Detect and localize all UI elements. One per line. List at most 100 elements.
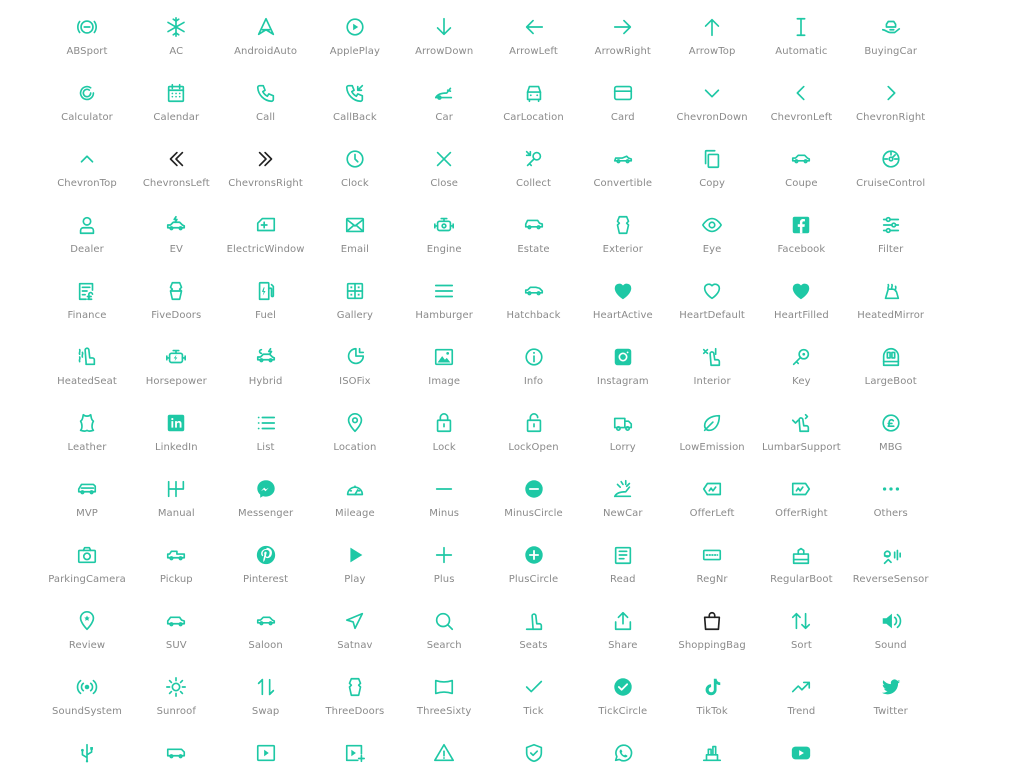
- phone-icon: [255, 82, 277, 104]
- android-auto-icon: [255, 16, 277, 38]
- filter-icon: [880, 214, 902, 236]
- icon-tile-share: Share: [578, 610, 668, 651]
- icon-label: Seats: [519, 640, 548, 651]
- icon-label: Card: [610, 112, 635, 123]
- instagram-icon: [612, 346, 634, 368]
- dealer-icon: [76, 214, 98, 236]
- icon-label: MVP: [76, 508, 98, 519]
- ev-icon: [165, 214, 187, 236]
- icon-label: Pickup: [159, 574, 193, 585]
- convertible-icon: [612, 148, 634, 170]
- icon-label: Sound: [874, 640, 907, 651]
- icon-label: Hamburger: [415, 310, 473, 321]
- collect-icon: [523, 148, 545, 170]
- icon-label: Sunroof: [156, 706, 196, 717]
- arrow-up-icon: [701, 16, 723, 38]
- icon-tile-eye: Eye: [667, 214, 757, 255]
- icon-label: ABSport: [66, 46, 108, 57]
- icon-tile-location: Location: [310, 412, 400, 453]
- icon-label: LinkedIn: [154, 442, 198, 453]
- electric-window-icon: [255, 214, 277, 236]
- offer-right-icon: [790, 478, 812, 500]
- three-doors-icon: [344, 676, 366, 698]
- icon-tile-threesixty: ThreeSixty: [399, 676, 489, 717]
- icon-tile-lumbarsupport: LumbarSupport: [756, 412, 846, 453]
- icon-label: Gallery: [336, 310, 374, 321]
- exterior-icon: [612, 214, 634, 236]
- heart-filled-icon: [790, 280, 812, 302]
- icon-tile-warning-icon: [399, 742, 489, 764]
- icon-label: Call: [256, 112, 276, 123]
- arrow-right-icon: [612, 16, 634, 38]
- icon-label: Location: [333, 442, 377, 453]
- icon-tile-call: Call: [221, 82, 311, 123]
- icon-tile-heartfilled: HeartFilled: [756, 280, 846, 321]
- icon-label: OfferRight: [775, 508, 828, 519]
- video-add-icon: [344, 742, 366, 764]
- read-icon: [612, 544, 634, 566]
- finance-icon: [76, 280, 98, 302]
- five-doors-icon: [165, 280, 187, 302]
- icon-tile-review: Review: [42, 610, 132, 651]
- icon-tile-sound: Sound: [846, 610, 936, 651]
- icon-tile-saloon: Saloon: [221, 610, 311, 651]
- icon-label: Messenger: [237, 508, 294, 519]
- icon-tile-largeboot: LargeBoot: [846, 346, 936, 387]
- icon-label: FiveDoors: [151, 310, 202, 321]
- icon-tile-tickcircle: TickCircle: [578, 676, 668, 717]
- icon-tile-pluscircle: PlusCircle: [489, 544, 579, 585]
- icon-label: List: [256, 442, 275, 453]
- messenger-icon: [255, 478, 277, 500]
- icon-label: ShoppingBag: [678, 640, 746, 651]
- icon-tile-facebook: Facebook: [756, 214, 846, 255]
- icon-label: Convertible: [593, 178, 653, 189]
- icon-tile-others: Others: [846, 478, 936, 519]
- apple-play-icon: [344, 16, 366, 38]
- reg-nr-icon: [701, 544, 723, 566]
- icon-tile-messenger: Messenger: [221, 478, 311, 519]
- icon-tile-chevrontop: ChevronTop: [42, 148, 132, 189]
- tiktok-icon: [701, 676, 723, 698]
- icon-tile-lowemission: LowEmission: [667, 412, 757, 453]
- icon-tile-minus: Minus: [399, 478, 489, 519]
- icon-label: HeartActive: [592, 310, 653, 321]
- icon-label: Trend: [787, 706, 816, 717]
- icon-label: OfferLeft: [689, 508, 735, 519]
- icon-tile-read: Read: [578, 544, 668, 585]
- icon-label: Saloon: [248, 640, 283, 651]
- icon-label: LargeBoot: [864, 376, 917, 387]
- review-icon: [76, 610, 98, 632]
- icon-label: Collect: [516, 178, 551, 189]
- icon-tile-dealer: Dealer: [42, 214, 132, 255]
- icon-label: RegNr: [696, 574, 728, 585]
- icon-label: Eye: [702, 244, 722, 255]
- video-icon: [255, 742, 277, 764]
- icon-tile-mbg: MBG: [846, 412, 936, 453]
- icon-label: ISOFix: [339, 376, 371, 387]
- tick-icon: [523, 676, 545, 698]
- icon-label: ChevronRight: [856, 112, 926, 123]
- icon-label: HeartFilled: [773, 310, 829, 321]
- icon-tile-arrowleft: ArrowLeft: [489, 16, 579, 57]
- icon-label: Interior: [693, 376, 731, 387]
- icon-tile-hamburger: Hamburger: [399, 280, 489, 321]
- icon-tile-heatedmirror: HeatedMirror: [846, 280, 936, 321]
- icon-tile-regularboot: RegularBoot: [756, 544, 846, 585]
- icon-tile-shoppingbag: ShoppingBag: [667, 610, 757, 651]
- icon-label: Manual: [157, 508, 195, 519]
- icon-label: ThreeSixty: [416, 706, 472, 717]
- icon-label: Others: [873, 508, 908, 519]
- warranty-shield-icon: [523, 742, 545, 764]
- abs-sport-icon: [76, 16, 98, 38]
- warning-icon: [433, 742, 455, 764]
- close-icon: [433, 148, 455, 170]
- icon-label: Minus: [429, 508, 460, 519]
- icon-label: ReverseSensor: [852, 574, 929, 585]
- icon-tile-whatsapp-icon: [578, 742, 668, 764]
- icon-label: LowEmission: [679, 442, 745, 453]
- icon-label: ArrowLeft: [509, 46, 558, 57]
- lorry-icon: [612, 412, 634, 434]
- low-emission-icon: [701, 412, 723, 434]
- minus-circle-icon: [523, 478, 545, 500]
- copy-icon: [701, 148, 723, 170]
